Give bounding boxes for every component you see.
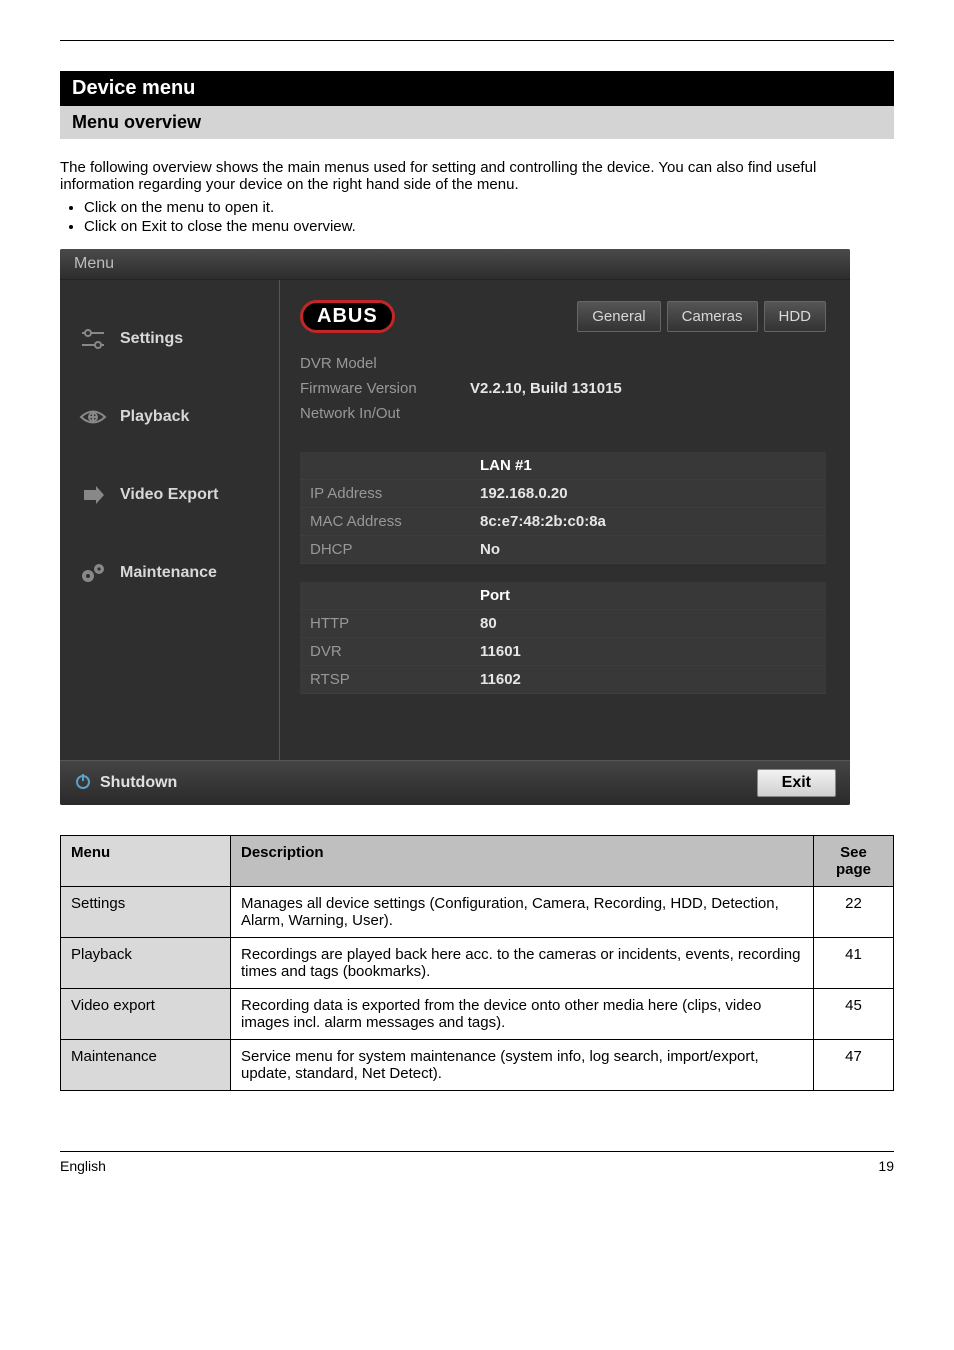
table-row: Port xyxy=(300,582,826,610)
table-row: MAC Address 8c:e7:48:2b:c0:8a xyxy=(300,508,826,536)
table-row: RTSP 11602 xyxy=(300,666,826,694)
sidebar-item-maintenance[interactable]: Maintenance xyxy=(60,534,279,612)
col-header: Description xyxy=(231,836,814,887)
cell: 41 xyxy=(814,938,894,989)
cell xyxy=(650,638,826,666)
dvr-main-panel: ABUS General Cameras HDD DVR Model Firmw… xyxy=(280,280,850,760)
info-label: Firmware Version xyxy=(300,380,470,397)
cell: Port xyxy=(470,582,650,610)
cell xyxy=(650,610,826,638)
cell: 11601 xyxy=(470,638,650,666)
cell: HTTP xyxy=(300,610,470,638)
cell: Settings xyxy=(61,887,231,938)
exit-button[interactable]: Exit xyxy=(757,769,836,797)
cell xyxy=(300,582,470,610)
col-header: Menu xyxy=(61,836,231,887)
cell: Manages all device settings (Configurati… xyxy=(231,887,814,938)
abus-logo: ABUS xyxy=(300,300,395,333)
cell: 80 xyxy=(470,610,650,638)
footer-left: English xyxy=(60,1158,106,1174)
cell: RTSP xyxy=(300,666,470,694)
cell xyxy=(650,480,826,508)
sidebar-item-label: Maintenance xyxy=(120,564,217,582)
sidebar-item-label: Video Export xyxy=(120,486,218,504)
info-label: DVR Model xyxy=(300,355,470,372)
page-footer: English 19 xyxy=(60,1151,894,1174)
table-row: IP Address 192.168.0.20 xyxy=(300,480,826,508)
cell: DHCP xyxy=(300,536,470,564)
cell: 11602 xyxy=(470,666,650,694)
info-value: V2.2.10, Build 131015 xyxy=(470,380,622,397)
table-row: DHCP No xyxy=(300,536,826,564)
dvr-sidebar: Settings Playback Video Export Maintenan… xyxy=(60,280,280,760)
export-icon xyxy=(78,480,108,510)
cell: Playback xyxy=(61,938,231,989)
tab-row: General Cameras HDD xyxy=(577,301,826,332)
cell: 8c:e7:48:2b:c0:8a xyxy=(470,508,650,536)
intro-bullet: Click on the menu to open it. xyxy=(84,199,894,216)
cell xyxy=(650,508,826,536)
cell: 22 xyxy=(814,887,894,938)
intro-bullet: Click on Exit to close the menu overview… xyxy=(84,218,894,235)
menu-description-table: Menu Description See page Settings Manag… xyxy=(60,835,894,1091)
table-row: LAN #1 xyxy=(300,452,826,480)
cell: Recording data is exported from the devi… xyxy=(231,989,814,1040)
table-row: Maintenance Service menu for system main… xyxy=(61,1040,894,1091)
dvr-menu-window: Menu Settings Playback Video Export xyxy=(60,249,850,805)
cell: LAN #1 xyxy=(470,452,650,480)
intro-bullets: Click on the menu to open it. Click on E… xyxy=(84,199,894,235)
table-row: HTTP 80 xyxy=(300,610,826,638)
cell xyxy=(650,452,826,480)
page-top-rule xyxy=(60,40,894,41)
cell: No xyxy=(470,536,650,564)
table-row: Settings Manages all device settings (Co… xyxy=(61,887,894,938)
info-block: DVR Model Firmware Version V2.2.10, Buil… xyxy=(300,351,826,426)
cell xyxy=(650,666,826,694)
sliders-icon xyxy=(78,324,108,354)
info-row: Network In/Out xyxy=(300,401,826,426)
power-icon xyxy=(74,772,92,795)
cell: MAC Address xyxy=(300,508,470,536)
table-row: DVR 11601 xyxy=(300,638,826,666)
section-heading: Device menu xyxy=(60,71,894,106)
shutdown-button[interactable]: Shutdown xyxy=(74,772,177,795)
cell: 47 xyxy=(814,1040,894,1091)
sidebar-item-video-export[interactable]: Video Export xyxy=(60,456,279,534)
tab-general[interactable]: General xyxy=(577,301,660,332)
cell: Recordings are played back here acc. to … xyxy=(231,938,814,989)
dvr-footer: Shutdown Exit xyxy=(60,760,850,805)
sidebar-item-settings[interactable]: Settings xyxy=(60,300,279,378)
info-row: DVR Model xyxy=(300,351,826,376)
cell: 45 xyxy=(814,989,894,1040)
shutdown-label: Shutdown xyxy=(100,774,177,792)
lens-icon xyxy=(78,402,108,432)
cell: DVR xyxy=(300,638,470,666)
info-label: Network In/Out xyxy=(300,405,470,422)
cell: 192.168.0.20 xyxy=(470,480,650,508)
cell: Service menu for system maintenance (sys… xyxy=(231,1040,814,1091)
tab-hdd[interactable]: HDD xyxy=(764,301,827,332)
table-row: Video export Recording data is exported … xyxy=(61,989,894,1040)
table-header-row: Menu Description See page xyxy=(61,836,894,887)
cell xyxy=(650,536,826,564)
col-header: See page xyxy=(814,836,894,887)
sidebar-item-playback[interactable]: Playback xyxy=(60,378,279,456)
footer-right: 19 xyxy=(878,1158,894,1174)
port-table: Port HTTP 80 DVR 11601 RTSP 11602 xyxy=(300,582,826,694)
table-row: Playback Recordings are played back here… xyxy=(61,938,894,989)
subsection-heading: Menu overview xyxy=(60,106,894,139)
info-row: Firmware Version V2.2.10, Build 131015 xyxy=(300,376,826,401)
gears-icon xyxy=(78,558,108,588)
cell xyxy=(300,452,470,480)
lan-table: LAN #1 IP Address 192.168.0.20 MAC Addre… xyxy=(300,452,826,564)
dvr-titlebar: Menu xyxy=(60,249,850,280)
sidebar-item-label: Settings xyxy=(120,330,183,348)
cell: IP Address xyxy=(300,480,470,508)
intro-paragraph: The following overview shows the main me… xyxy=(60,159,894,193)
cell xyxy=(650,582,826,610)
cell: Maintenance xyxy=(61,1040,231,1091)
tab-cameras[interactable]: Cameras xyxy=(667,301,758,332)
sidebar-item-label: Playback xyxy=(120,408,189,426)
cell: Video export xyxy=(61,989,231,1040)
